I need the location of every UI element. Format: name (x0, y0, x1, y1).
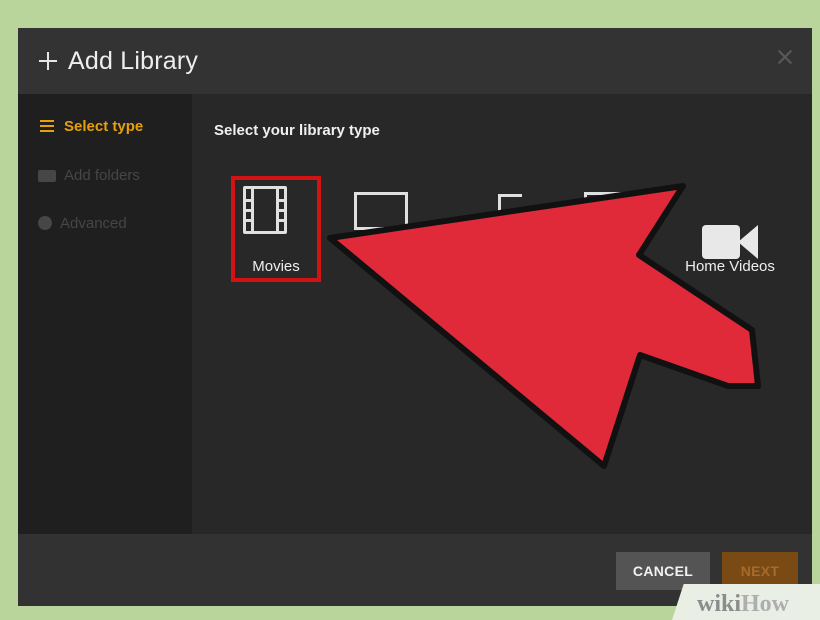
red-arrow-annotation (327, 183, 761, 469)
wikihow-watermark: wikiHow (697, 591, 790, 617)
